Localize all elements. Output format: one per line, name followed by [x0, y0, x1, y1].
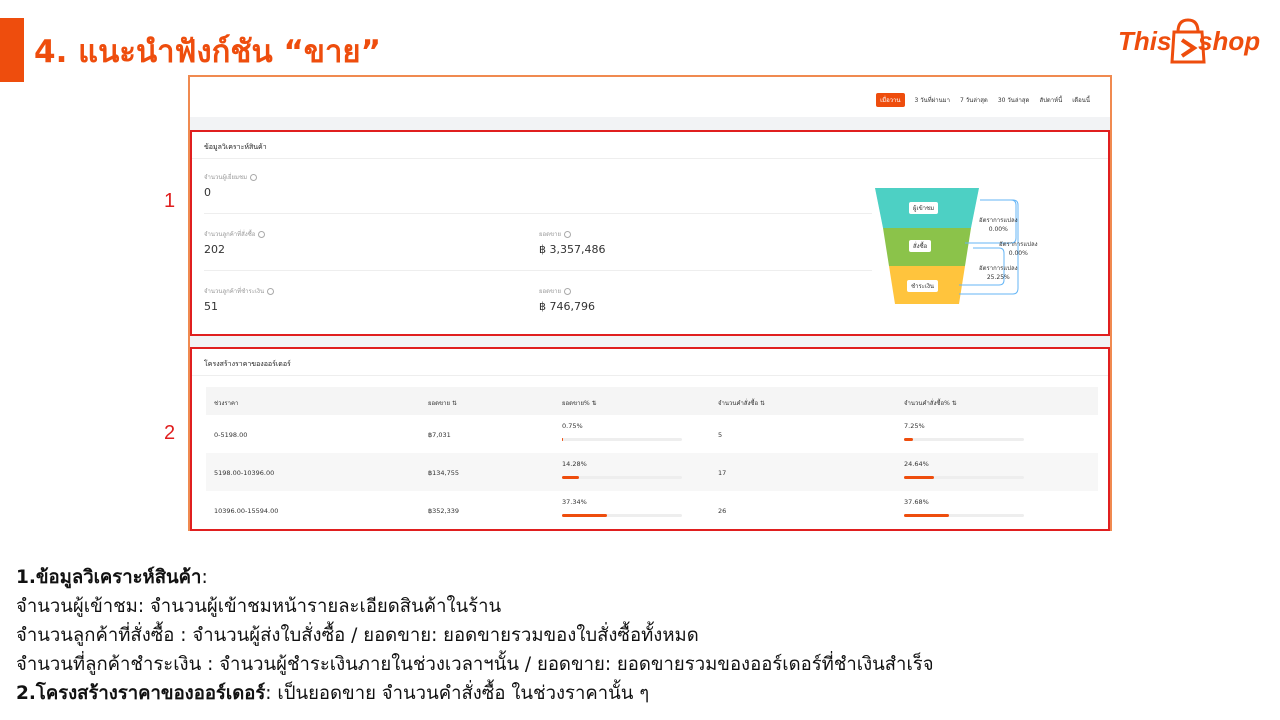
callout-number-2: 2 — [164, 422, 176, 444]
paid-customers-label: จำนวนลูกค้าที่ชำระเงิน — [204, 286, 275, 296]
sort-icon[interactable]: ⇅ — [452, 400, 457, 407]
conversion-funnel: ผู้เข้าชม สั่งซื้อ ชำระเงิน อัตราการแปลง… — [875, 188, 1105, 308]
panel-divider — [192, 375, 1108, 376]
sales-pct-bar-track — [562, 438, 682, 441]
logo-text-this: This — [1118, 26, 1172, 56]
info-icon[interactable] — [564, 231, 572, 238]
title-accent-bar — [0, 18, 24, 82]
orders-pct-bar — [904, 438, 913, 441]
cell-price-range: 5198.00-10396.00 — [214, 469, 275, 477]
sort-icon[interactable]: ⇅ — [952, 400, 957, 407]
range-tab-3-days[interactable]: 3 วันที่ผ่านมา — [915, 95, 950, 105]
logo-text-shop: shop — [1198, 26, 1261, 56]
conversion-rate-3: อัตราการแปลง 25.25% — [979, 265, 1018, 281]
funnel-label-pay: ชำระเงิน — [907, 280, 938, 292]
range-tab-this-month[interactable]: เดือนนี้ — [1072, 95, 1090, 105]
time-range-tabs: เมื่อวาน 3 วันที่ผ่านมา 7 วันล่าสุด 30 ว… — [876, 93, 1090, 107]
sales-pct-bar — [562, 514, 607, 517]
sort-icon[interactable]: ⇅ — [760, 400, 765, 407]
table-row: 10396.00-15594.00 ฿352,339 37.34% 26 37.68% — [206, 491, 1098, 529]
orders-pct-bar — [904, 476, 934, 479]
product-analysis-title: ข้อมูลวิเคราะห์สินค้า — [204, 143, 267, 151]
info-icon[interactable] — [564, 288, 572, 295]
sort-icon[interactable]: ⇅ — [592, 400, 597, 407]
range-tab-7-days[interactable]: 7 วันล่าสุด — [960, 95, 988, 105]
price-table-header: ช่วงราคา ยอดขาย ⇅ ยอดขาย% ⇅ จำนวนคำสั่งซ… — [206, 387, 1098, 415]
paid-customers-value: 51 — [204, 300, 218, 313]
cell-sales-pct: 14.28% — [562, 460, 587, 468]
range-tab-yesterday[interactable]: เมื่อวาน — [876, 93, 905, 107]
info-icon[interactable] — [258, 231, 266, 238]
sales-dashboard-screenshot: เมื่อวาน 3 วันที่ผ่านมา 7 วันล่าสุด 30 ว… — [188, 75, 1112, 531]
visitors-value: 0 — [204, 186, 211, 199]
cell-orders: 17 — [718, 469, 727, 477]
price-structure-panel: โครงสร้างราคาของออร์เดอร์ ช่วงราคา ยอดขา… — [190, 347, 1110, 531]
explanation-notes: 1.ข้อมูลวิเคราะห์สินค้า: จำนวนผู้เข้าชม:… — [16, 563, 1266, 708]
orders-pct-bar-track — [904, 514, 1024, 517]
note-line-5: 2.โครงสร้างราคาของออร์เดอร์: เป็นยอดขาย … — [16, 683, 650, 704]
funnel-label-order: สั่งซื้อ — [909, 240, 932, 252]
column-header-range: ช่วงราคา — [214, 400, 239, 407]
funnel-label-visit: ผู้เข้าชม — [909, 202, 939, 214]
table-row: 0-5198.00 ฿7,031 0.75% 5 7.25% — [206, 415, 1098, 453]
sales-pct-bar-track — [562, 514, 682, 517]
info-icon[interactable] — [250, 174, 258, 181]
sales-pct-bar — [562, 476, 580, 479]
orders-pct-bar-track — [904, 476, 1024, 479]
conversion-rate-2: อัตราการแปลง 0.00% — [999, 241, 1038, 257]
ordered-customers-label: จำนวนลูกค้าที่สั่งซื้อ — [204, 229, 266, 239]
metric-divider — [204, 270, 872, 271]
thisshop-logo: This shop — [1118, 18, 1268, 68]
ordered-sales-value: ฿ 3,357,486 — [539, 243, 606, 256]
paid-sales-value: ฿ 746,796 — [539, 300, 595, 313]
info-icon[interactable] — [267, 288, 275, 295]
cell-sales-pct: 37.34% — [562, 498, 587, 506]
cell-price-range: 10396.00-15594.00 — [214, 507, 279, 515]
cell-sales: ฿7,031 — [428, 431, 451, 439]
product-analysis-panel: ข้อมูลวิเคราะห์สินค้า จำนวนผู้เยี่ยมชม 0… — [190, 130, 1110, 336]
orders-pct-bar-track — [904, 438, 1024, 441]
column-header-sales-pct[interactable]: ยอดขาย% ⇅ — [562, 398, 597, 408]
column-header-orders-pct[interactable]: จำนวนคำสั่งซื้อ% ⇅ — [904, 398, 957, 408]
cell-price-range: 0-5198.00 — [214, 431, 248, 439]
visitors-label: จำนวนผู้เยี่ยมชม — [204, 172, 258, 182]
price-structure-title: โครงสร้างราคาของออร์เดอร์ — [204, 360, 291, 368]
note-line-2: จำนวนผู้เข้าชม: จำนวนผู้เข้าชมหน้ารายละเ… — [16, 596, 502, 617]
time-range-bar: เมื่อวาน 3 วันที่ผ่านมา 7 วันล่าสุด 30 ว… — [190, 77, 1110, 117]
note-line-4: จำนวนที่ลูกค้าชำระเงิน : จำนวนผู้ชำระเงิ… — [16, 654, 934, 675]
sales-pct-bar-track — [562, 476, 682, 479]
cell-sales: ฿352,339 — [428, 507, 460, 515]
paid-sales-label: ยอดขาย — [539, 286, 572, 296]
cell-orders: 5 — [718, 431, 723, 439]
cell-sales: ฿134,755 — [428, 469, 460, 477]
callout-number-1: 1 — [164, 190, 176, 212]
note-line-3: จำนวนลูกค้าที่สั่งซื้อ : จำนวนผู้ส่งใบสั… — [16, 625, 699, 646]
cell-sales-pct: 0.75% — [562, 422, 583, 430]
orders-pct-bar — [904, 514, 950, 517]
cell-orders-pct: 24.64% — [904, 460, 929, 468]
ordered-customers-value: 202 — [204, 243, 225, 256]
panel-divider — [192, 158, 1108, 159]
range-tab-this-week[interactable]: สัปดาห์นี้ — [1039, 95, 1062, 105]
cell-orders: 26 — [718, 507, 727, 515]
note-line-1: 1.ข้อมูลวิเคราะห์สินค้า: — [16, 567, 208, 588]
sales-pct-bar — [562, 438, 563, 441]
column-header-sales[interactable]: ยอดขาย ⇅ — [428, 398, 457, 408]
cell-orders-pct: 7.25% — [904, 422, 925, 430]
cell-orders-pct: 37.68% — [904, 498, 929, 506]
metric-divider — [204, 213, 872, 214]
column-header-orders[interactable]: จำนวนคำสั่งซื้อ ⇅ — [718, 398, 765, 408]
slide-title: 4. แนะนำฟังก์ชัน “ขาย” — [34, 34, 381, 70]
table-row: 5198.00-10396.00 ฿134,755 14.28% 17 24.64% — [206, 453, 1098, 491]
conversion-rate-1: อัตราการแปลง 0.00% — [979, 217, 1018, 233]
ordered-sales-label: ยอดขาย — [539, 229, 572, 239]
range-tab-30-days[interactable]: 30 วันล่าสุด — [998, 95, 1030, 105]
